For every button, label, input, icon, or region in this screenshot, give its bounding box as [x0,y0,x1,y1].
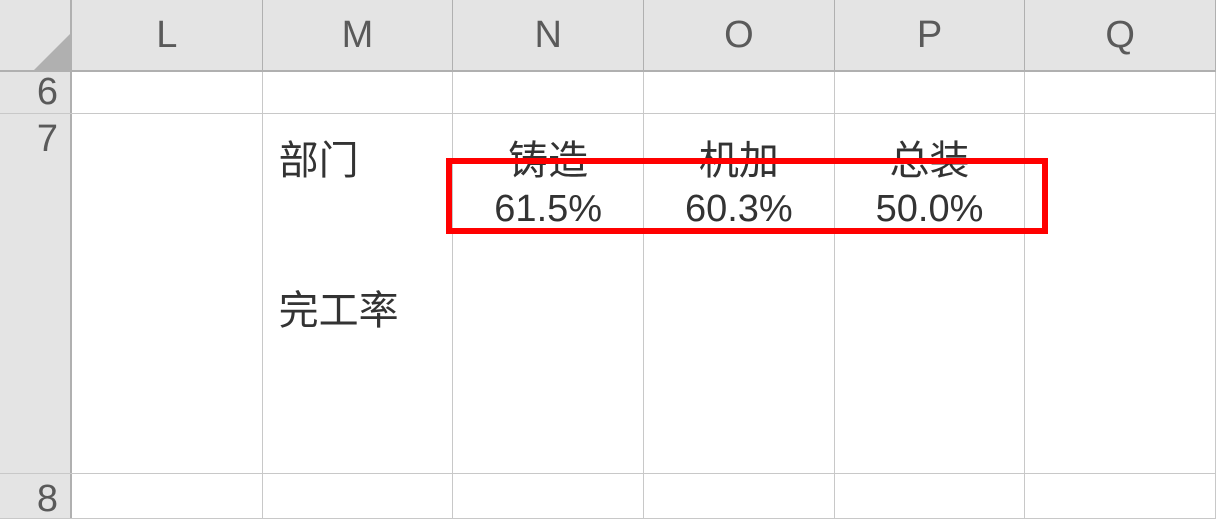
row-6: 6 [0,72,1216,114]
value-n: 61.5% [494,188,602,231]
col-header-O[interactable]: O [644,0,835,70]
dept-label: 部门 [279,128,359,186]
cell-M6[interactable] [263,72,454,113]
cell-M8[interactable] [263,474,454,518]
select-all-corner[interactable] [0,0,72,70]
row-header-6[interactable]: 6 [0,72,72,113]
row-8: 8 [0,474,1216,519]
completion-label: 完工率 [279,278,399,336]
cell-P6[interactable] [835,72,1026,113]
col-header-N[interactable]: N [453,0,644,70]
value-p: 50.0% [876,188,984,231]
cell-O6[interactable] [644,72,835,113]
cell-N7[interactable]: 铸造 61.5% [453,114,644,473]
header-o: 机加 [699,128,779,186]
col-header-P[interactable]: P [835,0,1026,70]
cell-M7[interactable]: 部门 完工率 [263,114,454,473]
cell-O8[interactable] [644,474,835,518]
cell-L6[interactable] [72,72,263,113]
row-header-8[interactable]: 8 [0,474,72,518]
cell-Q8[interactable] [1025,474,1216,518]
row-header-7[interactable]: 7 [0,114,72,473]
cell-L7[interactable] [72,114,263,473]
col-header-L[interactable]: L [72,0,263,70]
col-header-M[interactable]: M [263,0,454,70]
col-header-Q[interactable]: Q [1025,0,1216,70]
spreadsheet-grid: L M N O P Q 6 7 部门 完工率 铸造 61.5% 机加 [0,0,1216,521]
cell-P7[interactable]: 总装 50.0% [835,114,1026,473]
row-7: 7 部门 完工率 铸造 61.5% 机加 60.3% 总装 50.0% [0,114,1216,474]
cell-Q6[interactable] [1025,72,1216,113]
cell-O7[interactable]: 机加 60.3% [644,114,835,473]
cell-N8[interactable] [453,474,644,518]
cell-Q7[interactable] [1025,114,1216,473]
column-header-row: L M N O P Q [0,0,1216,72]
cell-L8[interactable] [72,474,263,518]
value-o: 60.3% [685,188,793,231]
select-all-icon [34,34,70,70]
header-n: 铸造 [508,128,588,186]
cell-P8[interactable] [835,474,1026,518]
cell-N6[interactable] [453,72,644,113]
header-p: 总装 [890,128,970,186]
